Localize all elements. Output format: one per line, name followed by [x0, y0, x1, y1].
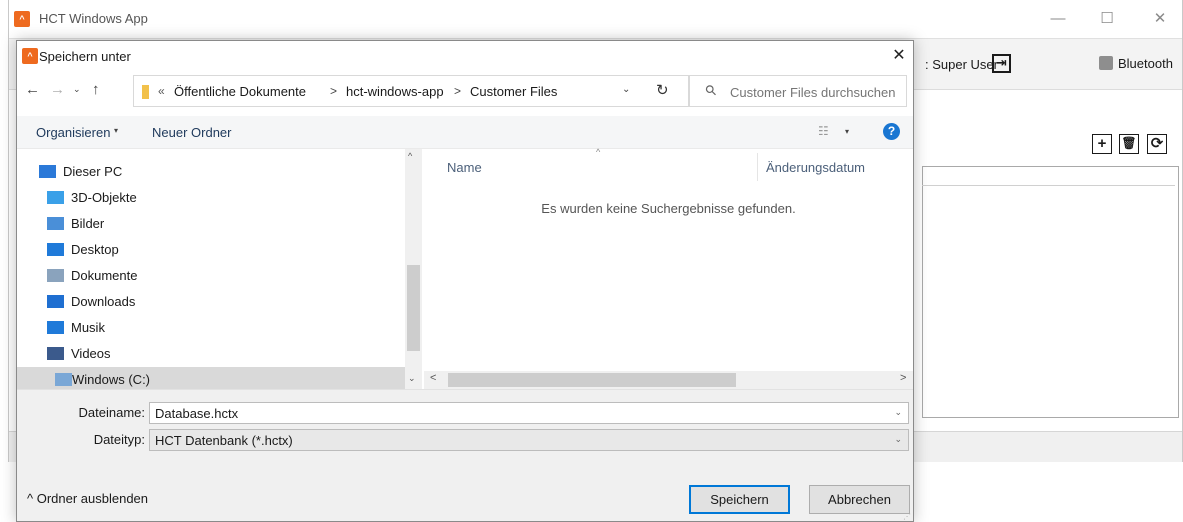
app-panel-divider: [922, 185, 1175, 186]
downloads-icon: [47, 295, 64, 308]
resize-grip-icon[interactable]: ⋰: [903, 512, 911, 521]
nav-item-3[interactable]: Desktop: [44, 237, 422, 263]
dialog-title: Speichern unter: [39, 49, 131, 64]
filetype-label: Dateityp:: [93, 432, 145, 447]
nav-item-7[interactable]: Videos: [44, 341, 422, 367]
forward-arrow-icon[interactable]: →: [50, 81, 65, 98]
help-icon[interactable]: ?: [883, 123, 900, 140]
chevron-down-icon[interactable]: ⌄: [894, 434, 902, 445]
music-icon: [47, 321, 64, 334]
save-form: Dateiname: Database.hctx ⌄ Dateityp: HCT…: [17, 389, 913, 521]
app-logo-icon: ^: [14, 11, 30, 27]
nav-item-label: Videos: [71, 346, 111, 361]
caret-down-icon[interactable]: ▾: [845, 127, 849, 136]
add-icon[interactable]: +: [1092, 134, 1112, 154]
address-bar[interactable]: « Öffentliche Dokumente > hct-windows-ap…: [133, 75, 689, 107]
bluetooth-label: Bluetooth: [1118, 56, 1173, 71]
nav-item-4[interactable]: Dokumente: [44, 263, 422, 289]
navigation-pane: Dieser PC 3D-Objekte Bilder Desktop Dokument…: [17, 149, 422, 393]
folder-icon: [142, 85, 149, 99]
app-titlebar: ^ HCT Windows App — ☐ ✕: [9, 0, 1182, 38]
back-arrow-icon[interactable]: ←: [25, 81, 40, 98]
logout-icon[interactable]: ⇥: [992, 54, 1011, 73]
videos-icon: [47, 347, 64, 360]
nav-item-label: 3D-Objekte: [71, 190, 137, 205]
maximize-button[interactable]: ☐: [1092, 8, 1122, 30]
search-box[interactable]: ⚲: [689, 75, 907, 107]
scrollbar-thumb[interactable]: [448, 373, 736, 387]
filename-label: Dateiname:: [78, 405, 145, 420]
nav-item-2[interactable]: Bilder: [44, 211, 422, 237]
overflow-chevron-icon[interactable]: «: [158, 84, 165, 98]
hide-folders-toggle[interactable]: ^ Ordner ausblenden: [27, 491, 148, 506]
user-label: : Super User: [925, 57, 998, 72]
recent-locations-icon[interactable]: ⌄: [73, 84, 81, 95]
nav-item-label: Musik: [71, 320, 105, 335]
view-options-icon[interactable]: ☷: [818, 124, 829, 138]
new-folder-button[interactable]: Neuer Ordner: [152, 125, 231, 140]
breadcrumb-customer-files[interactable]: Customer Files: [470, 84, 557, 99]
scrollbar-thumb[interactable]: [407, 265, 420, 351]
scroll-left-icon[interactable]: <: [430, 372, 436, 384]
filename-field[interactable]: Database.hctx ⌄: [149, 402, 909, 424]
breadcrumb-hct-windows-app[interactable]: hct-windows-app: [346, 84, 444, 99]
drive-icon: [55, 373, 72, 386]
breadcrumb-separator-icon[interactable]: >: [454, 84, 461, 98]
minimize-button[interactable]: —: [1043, 8, 1073, 30]
nav-item-label: Bilder: [71, 216, 105, 231]
bluetooth-checkbox[interactable]: [1099, 56, 1113, 70]
chevron-down-icon[interactable]: ⌄: [894, 407, 902, 418]
dialog-close-button[interactable]: ✕: [887, 44, 911, 68]
column-header-date[interactable]: Änderungsdatum: [766, 160, 865, 175]
search-input[interactable]: [730, 83, 902, 101]
vertical-scrollbar[interactable]: ^ ⌄: [405, 149, 422, 389]
save-button[interactable]: Speichern: [689, 485, 790, 514]
scroll-up-icon[interactable]: ^: [408, 151, 412, 161]
desktop-icon: [47, 243, 64, 256]
cancel-button[interactable]: Abbrechen: [809, 485, 910, 514]
caret-down-icon[interactable]: ▾: [114, 126, 118, 135]
nav-item-5[interactable]: Downloads: [44, 289, 422, 315]
scroll-down-icon[interactable]: ⌄: [408, 373, 416, 384]
app-title: HCT Windows App: [39, 11, 148, 26]
file-list: ^ Name Änderungsdatum Es wurden keine Su…: [424, 147, 913, 389]
app-list-panel: [922, 166, 1179, 418]
delete-icon[interactable]: 🗑: [1119, 134, 1139, 154]
cube-icon: [47, 191, 64, 204]
breadcrumb-separator-icon[interactable]: >: [330, 84, 337, 98]
empty-message: Es wurden keine Suchergebnisse gefunden.: [541, 201, 796, 216]
documents-icon: [47, 269, 64, 282]
filetype-value[interactable]: HCT Datenbank (*.hctx): [155, 433, 293, 448]
pc-icon: [39, 165, 56, 178]
pictures-icon: [47, 217, 64, 230]
organize-button[interactable]: Organisieren: [36, 125, 110, 140]
column-divider[interactable]: [757, 153, 758, 181]
save-as-dialog: ^ Speichern unter ✕ ← → ⌄ ↑ « Öffentlich…: [16, 40, 914, 522]
filetype-select[interactable]: HCT Datenbank (*.hctx) ⌄: [149, 429, 909, 451]
refresh-icon[interactable]: ↻: [656, 81, 669, 99]
breadcrumb-public-documents[interactable]: Öffentliche Dokumente: [174, 84, 306, 99]
nav-item-6[interactable]: Musik: [44, 315, 422, 341]
nav-item-label: Dokumente: [71, 268, 138, 283]
nav-item-label: Downloads: [71, 294, 136, 309]
close-button[interactable]: ✕: [1145, 8, 1175, 30]
column-header-name[interactable]: Name: [447, 160, 482, 175]
nav-item-label: Dieser PC: [63, 164, 123, 179]
scroll-right-icon[interactable]: >: [900, 372, 906, 384]
nav-item-label: Desktop: [71, 242, 119, 257]
horizontal-scrollbar[interactable]: < >: [424, 371, 913, 389]
dialog-logo-icon: ^: [22, 48, 38, 64]
command-bar: Organisieren ▾ Neuer Ordner ☷ ▾ ?: [17, 116, 913, 149]
filename-value[interactable]: Database.hctx: [155, 406, 238, 421]
up-arrow-icon[interactable]: ↑: [92, 81, 100, 98]
nav-item-0[interactable]: Dieser PC: [36, 159, 414, 185]
address-dropdown-icon[interactable]: ⌄: [622, 84, 630, 95]
refresh-icon[interactable]: ⟳: [1147, 134, 1167, 154]
search-icon: ⚲: [701, 80, 721, 100]
nav-item-1[interactable]: 3D-Objekte: [44, 185, 422, 211]
sort-indicator-icon: ^: [596, 147, 601, 157]
